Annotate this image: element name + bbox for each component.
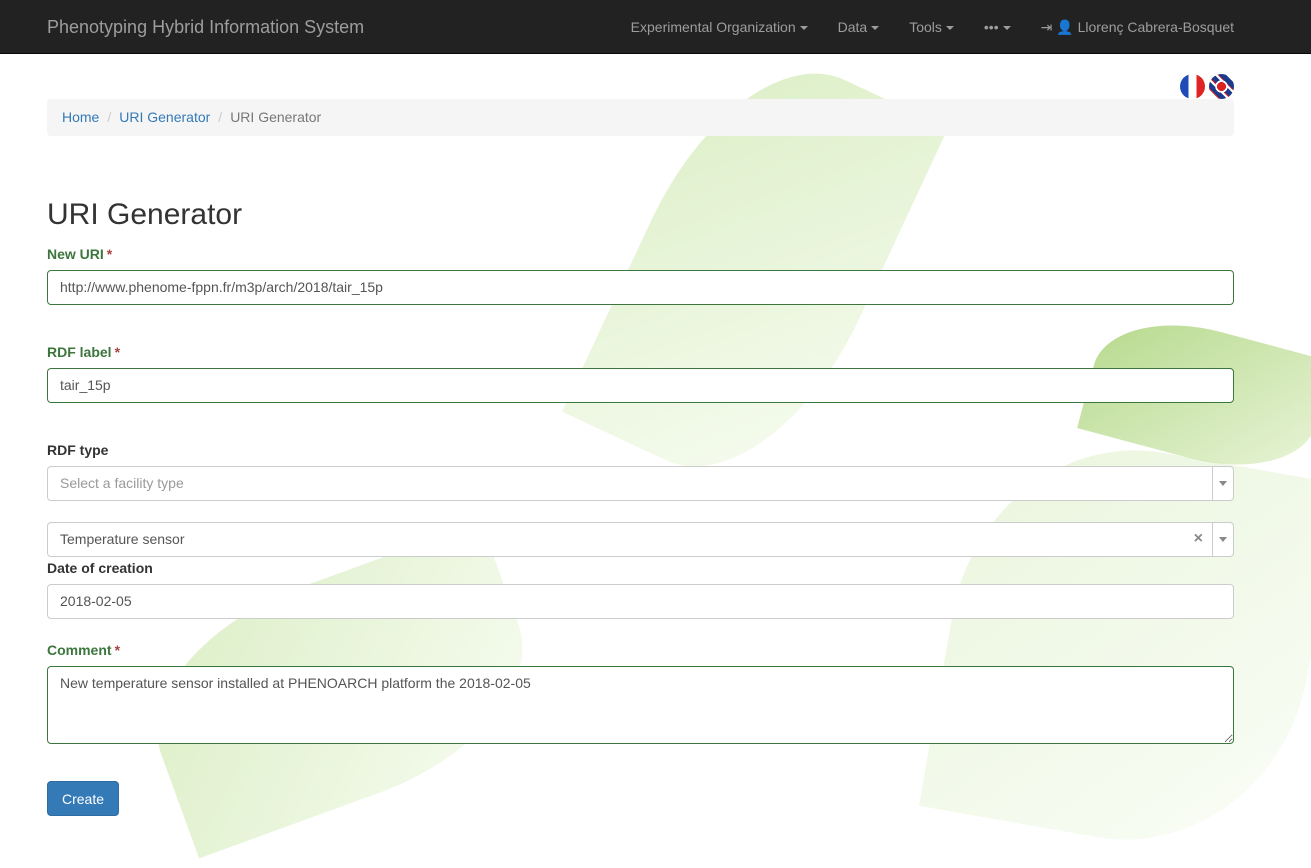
nav-more[interactable]: •••: [969, 19, 1026, 35]
user-name: Llorenç Cabrera-Bosquet: [1077, 18, 1234, 35]
facility-type-placeholder: Select a facility type: [60, 475, 184, 491]
rdf-type-select[interactable]: Temperature sensor ×: [47, 522, 1234, 557]
nav-label: Tools: [909, 19, 942, 35]
nav-label: Experimental Organization: [630, 19, 796, 35]
caret-down-icon: [945, 26, 954, 31]
caret-down-icon: [1002, 26, 1011, 31]
new-uri-input[interactable]: http://www.phenome-fppn.fr/m3p/arch/2018…: [47, 270, 1234, 305]
rdf-label-input[interactable]: tair_15p: [47, 368, 1234, 403]
nav-label: Data: [837, 19, 868, 35]
breadcrumb-current: URI Generator: [230, 109, 322, 125]
breadcrumb-home[interactable]: Home: [62, 109, 99, 125]
navbar: Phenotyping Hybrid Information System Ex…: [0, 0, 1311, 54]
more-icon: •••: [983, 19, 999, 35]
new-uri-label: New URI *: [47, 246, 113, 262]
nav-user[interactable]: ⇥ 👤 Llorenç Cabrera-Bosquet: [1026, 19, 1234, 36]
caret-down-icon: [799, 26, 808, 31]
english-flag-icon[interactable]: [1209, 74, 1234, 99]
nav-tools[interactable]: Tools: [894, 19, 969, 35]
rdf-type-selected: Temperature sensor: [60, 531, 185, 547]
rdf-label-label: RDF label *: [47, 344, 121, 360]
comment-label: Comment *: [47, 642, 121, 658]
dropdown-arrow-icon[interactable]: [1212, 523, 1233, 556]
brand[interactable]: Phenotyping Hybrid Information System: [47, 17, 364, 38]
nav-experimental-organization[interactable]: Experimental Organization: [616, 19, 823, 35]
breadcrumb: Home / URI Generator / URI Generator: [47, 99, 1234, 136]
nav-data[interactable]: Data: [823, 19, 895, 35]
date-label: Date of creation: [47, 560, 153, 576]
caret-down-icon: [871, 26, 880, 31]
page-title: URI Generator: [47, 198, 243, 231]
facility-type-select[interactable]: Select a facility type: [47, 466, 1234, 501]
user-icon: 👤: [1056, 18, 1074, 35]
rdf-type-label: RDF type: [47, 442, 109, 458]
breadcrumb-uri-generator[interactable]: URI Generator: [119, 109, 210, 125]
comment-textarea[interactable]: New temperature sensor installed at PHEN…: [47, 666, 1234, 744]
logout-icon: ⇥: [1040, 18, 1053, 35]
create-button[interactable]: Create: [47, 781, 119, 816]
clear-icon[interactable]: ×: [1194, 530, 1203, 548]
date-input[interactable]: 2018-02-05: [47, 584, 1234, 619]
french-flag-icon[interactable]: [1180, 74, 1205, 99]
dropdown-arrow-icon[interactable]: [1212, 467, 1233, 500]
